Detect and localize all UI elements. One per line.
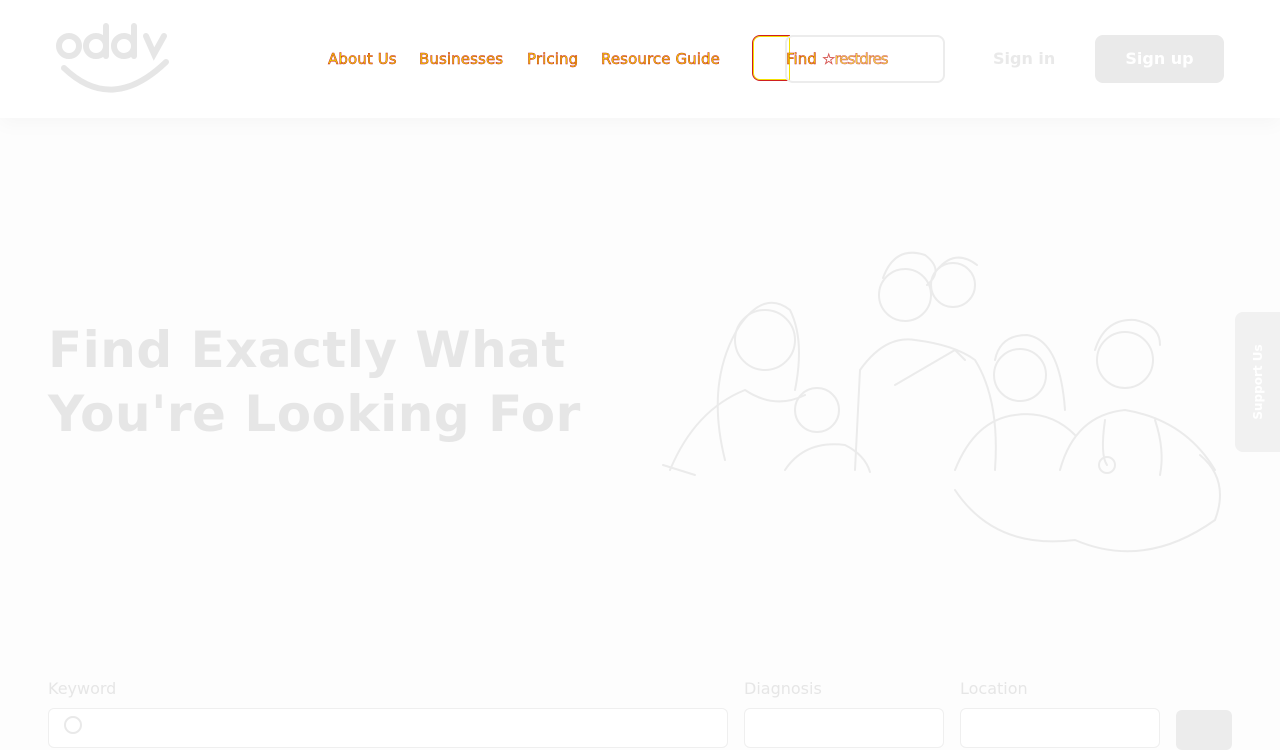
- find-ghost-text: ☆restdres: [822, 50, 889, 69]
- location-label: Location: [960, 679, 1028, 698]
- nav-pricing[interactable]: Pricing: [527, 49, 579, 69]
- nav-about-us[interactable]: About Us: [328, 49, 397, 69]
- hero-title-line-2: You're Looking For: [48, 385, 581, 443]
- keyword-label: Keyword: [48, 679, 117, 698]
- location-input[interactable]: [960, 708, 1160, 748]
- nav-businesses[interactable]: Businesses: [419, 49, 504, 69]
- sign-up-button[interactable]: Sign up: [1095, 35, 1224, 83]
- find-button-label: Find: [786, 50, 817, 69]
- keyword-input[interactable]: [48, 708, 728, 748]
- diagnosis-select[interactable]: [744, 708, 944, 748]
- support-us-tab[interactable]: Support Us: [1235, 312, 1280, 452]
- oddy-logo[interactable]: [54, 18, 174, 100]
- support-us-label: Support Us: [1250, 344, 1265, 420]
- hero-title-line-1: Find Exactly What: [48, 321, 566, 379]
- site-header: About Us Businesses Pricing Resource Gui…: [0, 0, 1280, 118]
- search-icon: [64, 716, 82, 734]
- search-button[interactable]: [1176, 710, 1232, 750]
- hero-title: Find Exactly What You're Looking For: [48, 318, 648, 446]
- diagnosis-label: Diagnosis: [744, 679, 822, 698]
- people-illustration: [662, 251, 1221, 553]
- nav-resource-guide[interactable]: Resource Guide: [601, 49, 720, 69]
- sign-in-link[interactable]: Sign in: [993, 49, 1055, 69]
